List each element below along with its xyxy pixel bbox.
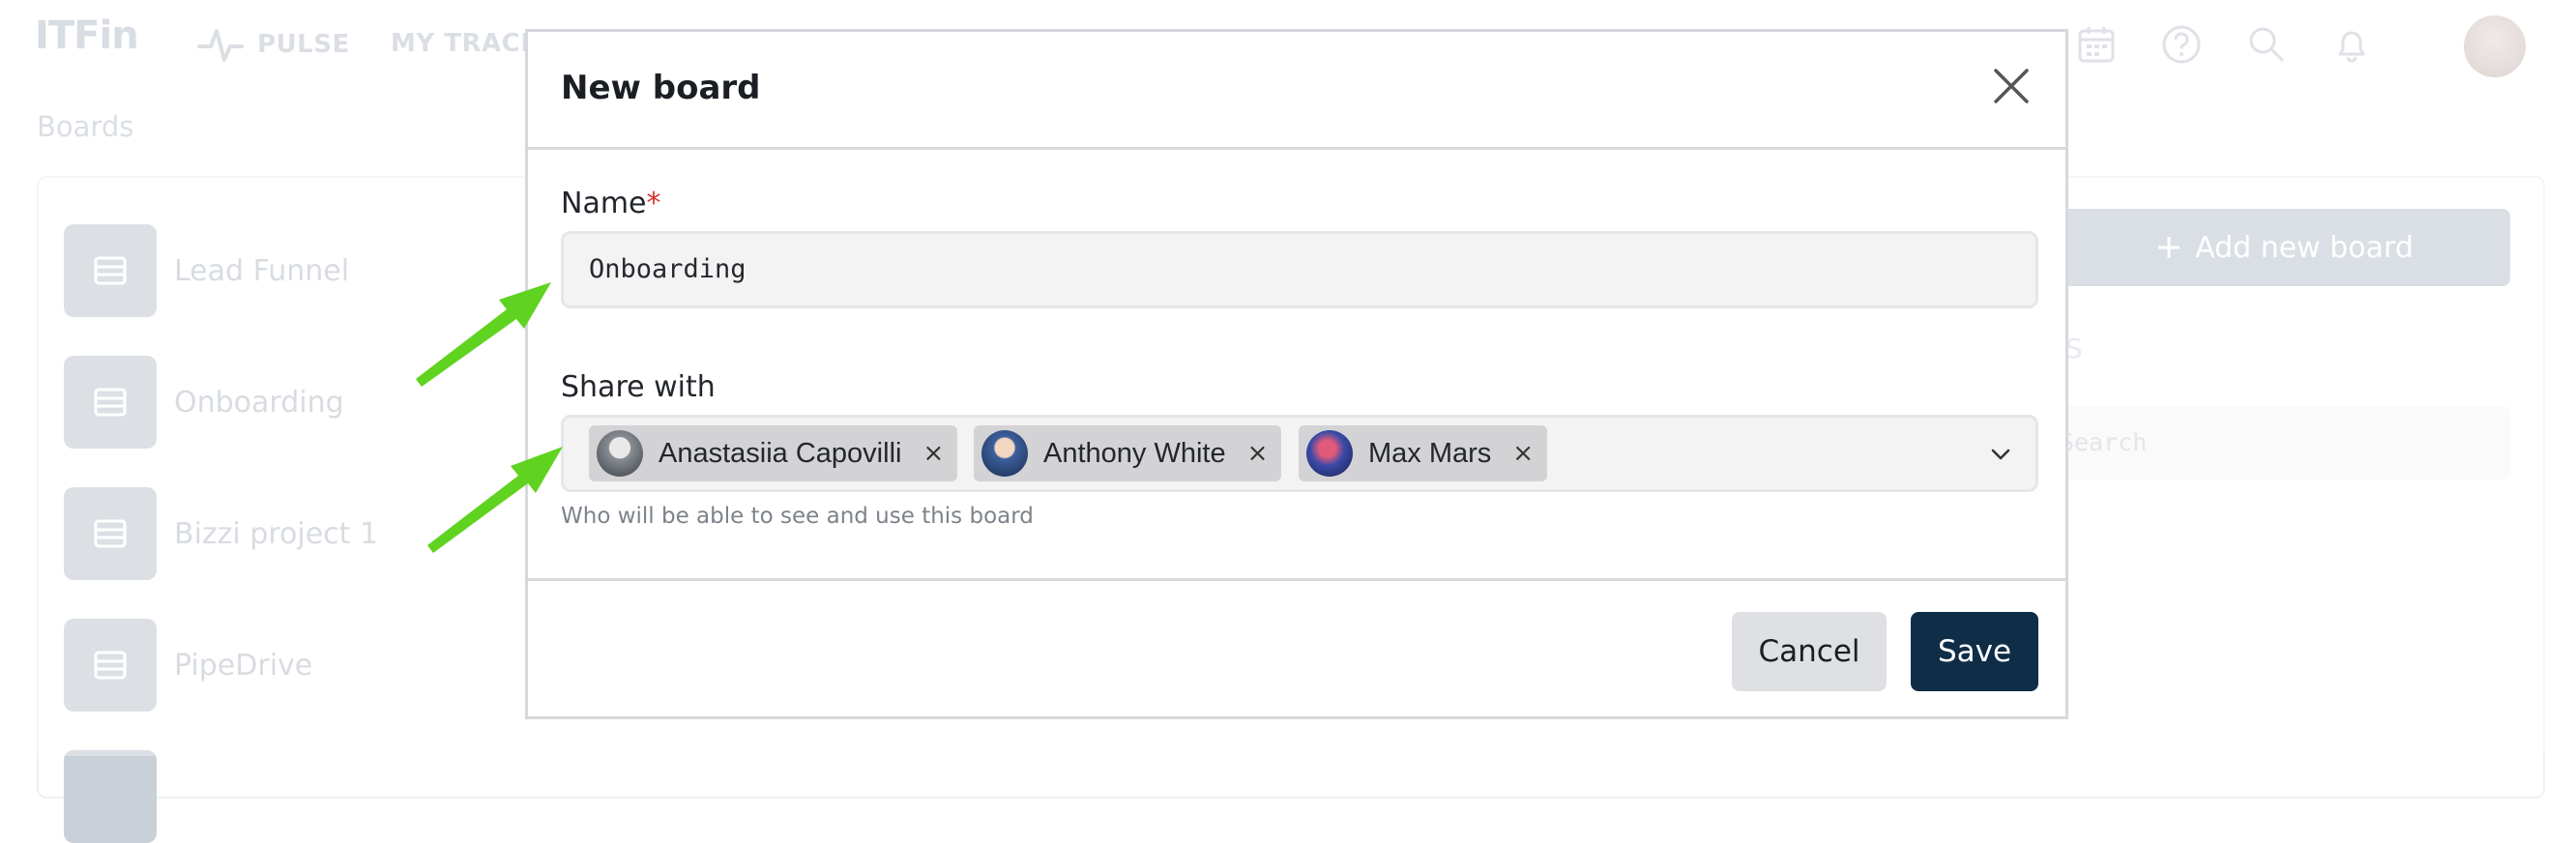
new-board-modal: New board Name* Onboarding Share with An… (525, 29, 2068, 719)
board-icon (64, 750, 157, 843)
share-help-text: Who will be able to see and use this boa… (561, 504, 1034, 529)
annotation-arrow-icon (427, 447, 563, 553)
chevron-down-icon[interactable] (1987, 441, 2014, 468)
avatar (597, 430, 643, 477)
share-with-label: Share with (561, 370, 716, 404)
modal-footer-divider (528, 578, 2065, 581)
save-button[interactable]: Save (1911, 612, 2038, 691)
user-chip-name: Anthony White (1043, 437, 1226, 469)
user-chip-name: Max Mars (1368, 437, 1492, 469)
remove-chip-icon[interactable]: × (922, 439, 944, 468)
close-icon[interactable] (1990, 65, 2033, 107)
user-chip: Anastasiia Capovilli × (589, 425, 958, 481)
user-chip: Max Mars × (1299, 425, 1548, 481)
user-chip-name: Anastasiia Capovilli (659, 437, 902, 469)
name-label-text: Name (561, 187, 647, 220)
annotation-arrow-icon (416, 282, 551, 387)
modal-title: New board (561, 69, 761, 107)
user-chip: Anthony White × (974, 425, 1282, 481)
remove-chip-icon[interactable]: × (1247, 439, 1269, 468)
remove-chip-icon[interactable]: × (1512, 439, 1534, 468)
required-mark: * (646, 187, 661, 220)
name-label: Name* (561, 187, 661, 220)
cancel-button[interactable]: Cancel (1732, 612, 1887, 691)
board-item-partial[interactable] (64, 750, 157, 843)
name-input-value: Onboarding (589, 254, 746, 284)
avatar (981, 430, 1028, 477)
modal-header: New board (528, 32, 2065, 150)
name-input[interactable]: Onboarding (561, 231, 2038, 308)
share-with-select[interactable]: Anastasiia Capovilli × Anthony White × M… (561, 415, 2038, 492)
avatar (1306, 430, 1353, 477)
